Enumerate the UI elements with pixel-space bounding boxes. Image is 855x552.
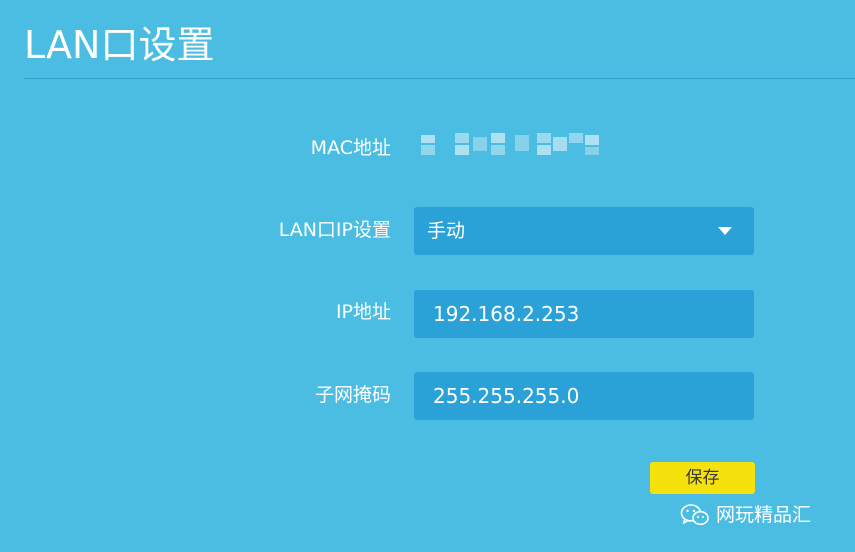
header-divider: [24, 78, 855, 79]
lan-ip-mode-select[interactable]: 手动: [414, 207, 754, 255]
ip-address-label: IP地址: [335, 301, 391, 323]
lan-ip-mode-selected-value: 手动: [427, 220, 466, 242]
save-button[interactable]: 保存: [650, 462, 755, 494]
watermark-text: 网玩精品汇: [716, 504, 812, 526]
subnet-mask-input[interactable]: [414, 372, 754, 420]
watermark: 网玩精品汇: [680, 502, 811, 528]
subnet-mask-label: 子网掩码: [314, 384, 391, 406]
page-title: LAN口设置: [24, 23, 215, 67]
wechat-icon: [680, 504, 709, 526]
ip-address-field-wrapper: [414, 290, 754, 338]
ip-address-input[interactable]: [414, 290, 754, 338]
subnet-mask-field-wrapper: [414, 372, 754, 420]
mac-address-label: MAC地址: [310, 137, 391, 159]
mac-address-value-blurred: [419, 131, 601, 157]
chevron-down-icon[interactable]: [718, 227, 732, 235]
lan-ip-mode-label: LAN口IP设置: [278, 219, 391, 241]
